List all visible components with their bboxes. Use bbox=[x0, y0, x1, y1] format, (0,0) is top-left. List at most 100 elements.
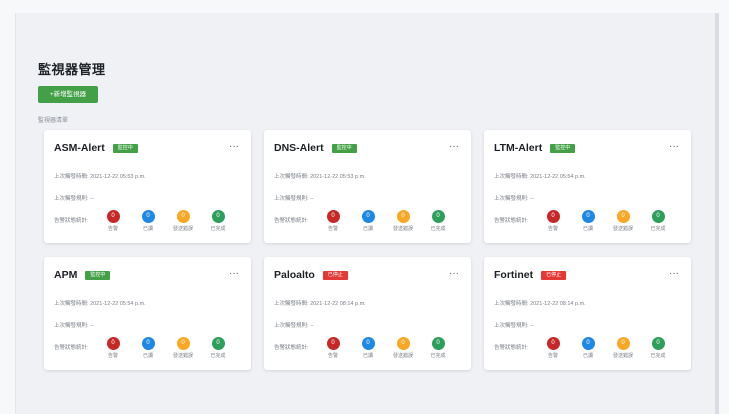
done-dot-icon: 0 bbox=[431, 337, 445, 350]
next-check-value: -- bbox=[530, 196, 534, 202]
monitor-card[interactable]: LTM-Alert 監控中 ··· 上次觸發時間: 2021-12-22 05:54 … bbox=[484, 130, 691, 243]
next-check-value: -- bbox=[310, 323, 314, 329]
last-check-label: 上次觸發時間: bbox=[54, 301, 89, 307]
last-check-row: 上次觸發時間: 2021-12-22 08:14 p.m. bbox=[494, 299, 586, 307]
monitor-card[interactable]: DNS-Alert 監控中 ··· 上次觸發時間: 2021-12-22 05:53 … bbox=[264, 130, 471, 243]
error-dot-icon: 0 bbox=[546, 337, 560, 350]
read-dot-icon: 0 bbox=[141, 210, 155, 223]
status-badge: 監控中 bbox=[85, 270, 111, 280]
next-check-label: 上次觸發規則: bbox=[494, 196, 529, 202]
next-check-row: 上次觸發規則: -- bbox=[54, 321, 94, 329]
last-check-label: 上次觸發時間: bbox=[54, 174, 89, 180]
alert-status-item[interactable]: 0 發送錯誤 bbox=[166, 210, 200, 232]
more-icon[interactable]: ··· bbox=[449, 268, 459, 279]
alert-status-item[interactable]: 0 發送錯誤 bbox=[386, 337, 420, 359]
alert-status-item[interactable]: 0 告警 bbox=[316, 210, 350, 232]
alert-status-item[interactable]: 0 告警 bbox=[96, 210, 130, 232]
last-check-row: 上次觸發時間: 2021-12-22 05:53 p.m. bbox=[54, 172, 146, 180]
next-check-row: 上次觸發規則: -- bbox=[54, 194, 94, 202]
alert-status-item[interactable]: 0 已完成 bbox=[201, 337, 235, 359]
alert-status-item[interactable]: 0 已完成 bbox=[421, 210, 455, 232]
alert-status-item[interactable]: 0 已讀 bbox=[351, 210, 385, 232]
alert-status-item[interactable]: 0 已讀 bbox=[131, 337, 165, 359]
card-header: APM 監控中 bbox=[54, 269, 111, 281]
alert-status-item[interactable]: 0 告警 bbox=[316, 337, 350, 359]
alert-status-item[interactable]: 0 已讀 bbox=[131, 210, 165, 232]
last-check-row: 上次觸發時間: 2021-12-22 05:53 p.m. bbox=[274, 172, 366, 180]
monitor-card[interactable]: Fortinet 已停止 ··· 上次觸發時間: 2021-12-22 08:14 p… bbox=[484, 257, 691, 370]
more-icon[interactable]: ··· bbox=[449, 141, 459, 152]
read-dot-icon: 0 bbox=[361, 210, 375, 223]
next-check-label: 上次觸發規則: bbox=[54, 323, 89, 329]
read-dot-icon: 0 bbox=[581, 337, 595, 350]
alert-status-label: 告警狀態統計: bbox=[274, 218, 309, 224]
alert-status-item[interactable]: 0 發送錯誤 bbox=[606, 210, 640, 232]
alert-status-item[interactable]: 0 已完成 bbox=[641, 337, 675, 359]
alert-status-item[interactable]: 0 已讀 bbox=[571, 337, 605, 359]
alert-status-label: 發送錯誤 bbox=[612, 226, 633, 232]
alert-status-item[interactable]: 0 發送錯誤 bbox=[386, 210, 420, 232]
alert-status-item[interactable]: 0 告警 bbox=[536, 337, 570, 359]
send-error-dot-icon: 0 bbox=[616, 337, 630, 350]
alert-status-label: 已讀 bbox=[142, 226, 153, 232]
monitor-name: Paloalto bbox=[274, 269, 315, 281]
next-check-label: 上次觸發規則: bbox=[274, 196, 309, 202]
last-check-value: 2021-12-22 05:54 p.m. bbox=[530, 174, 586, 180]
last-check-value: 2021-12-22 05:53 p.m. bbox=[90, 174, 146, 180]
more-icon[interactable]: ··· bbox=[669, 268, 679, 279]
done-dot-icon: 0 bbox=[651, 210, 665, 223]
monitor-card[interactable]: APM 監控中 ··· 上次觸發時間: 2021-12-22 05:54 p.m. 上次… bbox=[44, 257, 251, 370]
error-dot-icon: 0 bbox=[546, 210, 560, 223]
next-check-row: 上次觸發規則: -- bbox=[274, 321, 314, 329]
last-check-label: 上次觸發時間: bbox=[274, 174, 309, 180]
done-dot-icon: 0 bbox=[651, 337, 665, 350]
status-badge: 監控中 bbox=[550, 143, 576, 153]
alert-status-label: 發送錯誤 bbox=[392, 226, 413, 232]
monitor-card[interactable]: ASM-Alert 監控中 ··· 上次觸發時間: 2021-12-22 05:53 … bbox=[44, 130, 251, 243]
error-dot-icon: 0 bbox=[106, 337, 120, 350]
read-dot-icon: 0 bbox=[361, 337, 375, 350]
alert-status-label: 告警狀態統計: bbox=[494, 345, 529, 351]
monitor-name: LTM-Alert bbox=[494, 142, 543, 154]
send-error-dot-icon: 0 bbox=[176, 210, 190, 223]
alert-status-item[interactable]: 0 發送錯誤 bbox=[166, 337, 200, 359]
card-header: LTM-Alert 監控中 bbox=[494, 142, 576, 154]
add-monitor-button[interactable]: +新增監視器 bbox=[38, 86, 98, 103]
next-check-label: 上次觸發規則: bbox=[54, 196, 89, 202]
read-dot-icon: 0 bbox=[581, 210, 595, 223]
status-badge: 監控中 bbox=[331, 143, 357, 153]
alert-status-label: 告警 bbox=[107, 226, 118, 232]
next-check-row: 上次觸發規則: -- bbox=[274, 194, 314, 202]
alert-status-label: 發送錯誤 bbox=[172, 226, 193, 232]
next-check-row: 上次觸發規則: -- bbox=[494, 321, 534, 329]
done-dot-icon: 0 bbox=[211, 210, 225, 223]
alert-status-item[interactable]: 0 已完成 bbox=[421, 337, 455, 359]
alert-status-item[interactable]: 0 發送錯誤 bbox=[606, 337, 640, 359]
last-check-value: 2021-12-22 05:53 p.m. bbox=[310, 174, 366, 180]
done-dot-icon: 0 bbox=[431, 210, 445, 223]
monitor-card[interactable]: Paloalto 已停止 ··· 上次觸發時間: 2021-12-22 08:14 p… bbox=[264, 257, 471, 370]
last-check-label: 上次觸發時間: bbox=[494, 174, 529, 180]
more-icon[interactable]: ··· bbox=[229, 268, 239, 279]
alert-status-label: 告警狀態統計: bbox=[274, 345, 309, 351]
alert-status-item[interactable]: 0 已完成 bbox=[641, 210, 675, 232]
alert-status-label: 告警 bbox=[547, 226, 558, 232]
alert-status-item[interactable]: 0 告警 bbox=[536, 210, 570, 232]
next-check-value: -- bbox=[530, 323, 534, 329]
monitor-name: Fortinet bbox=[494, 269, 534, 281]
status-badge: 已停止 bbox=[322, 270, 348, 280]
alert-status-item[interactable]: 0 已完成 bbox=[201, 210, 235, 232]
last-check-value: 2021-12-22 08:14 p.m. bbox=[530, 301, 586, 307]
page-title: 監視器管理 bbox=[38, 62, 106, 77]
alert-status-label: 告警 bbox=[547, 353, 558, 359]
alert-status-item[interactable]: 0 已讀 bbox=[351, 337, 385, 359]
alert-status-item[interactable]: 0 已讀 bbox=[571, 210, 605, 232]
alert-status-label: 已完成 bbox=[210, 226, 226, 232]
last-check-value: 2021-12-22 08:14 p.m. bbox=[310, 301, 366, 307]
read-dot-icon: 0 bbox=[141, 337, 155, 350]
alert-status-item[interactable]: 0 告警 bbox=[96, 337, 130, 359]
status-badge: 已停止 bbox=[541, 270, 567, 280]
more-icon[interactable]: ··· bbox=[669, 141, 679, 152]
alert-status-label: 告警狀態統計: bbox=[54, 345, 89, 351]
more-icon[interactable]: ··· bbox=[229, 141, 239, 152]
